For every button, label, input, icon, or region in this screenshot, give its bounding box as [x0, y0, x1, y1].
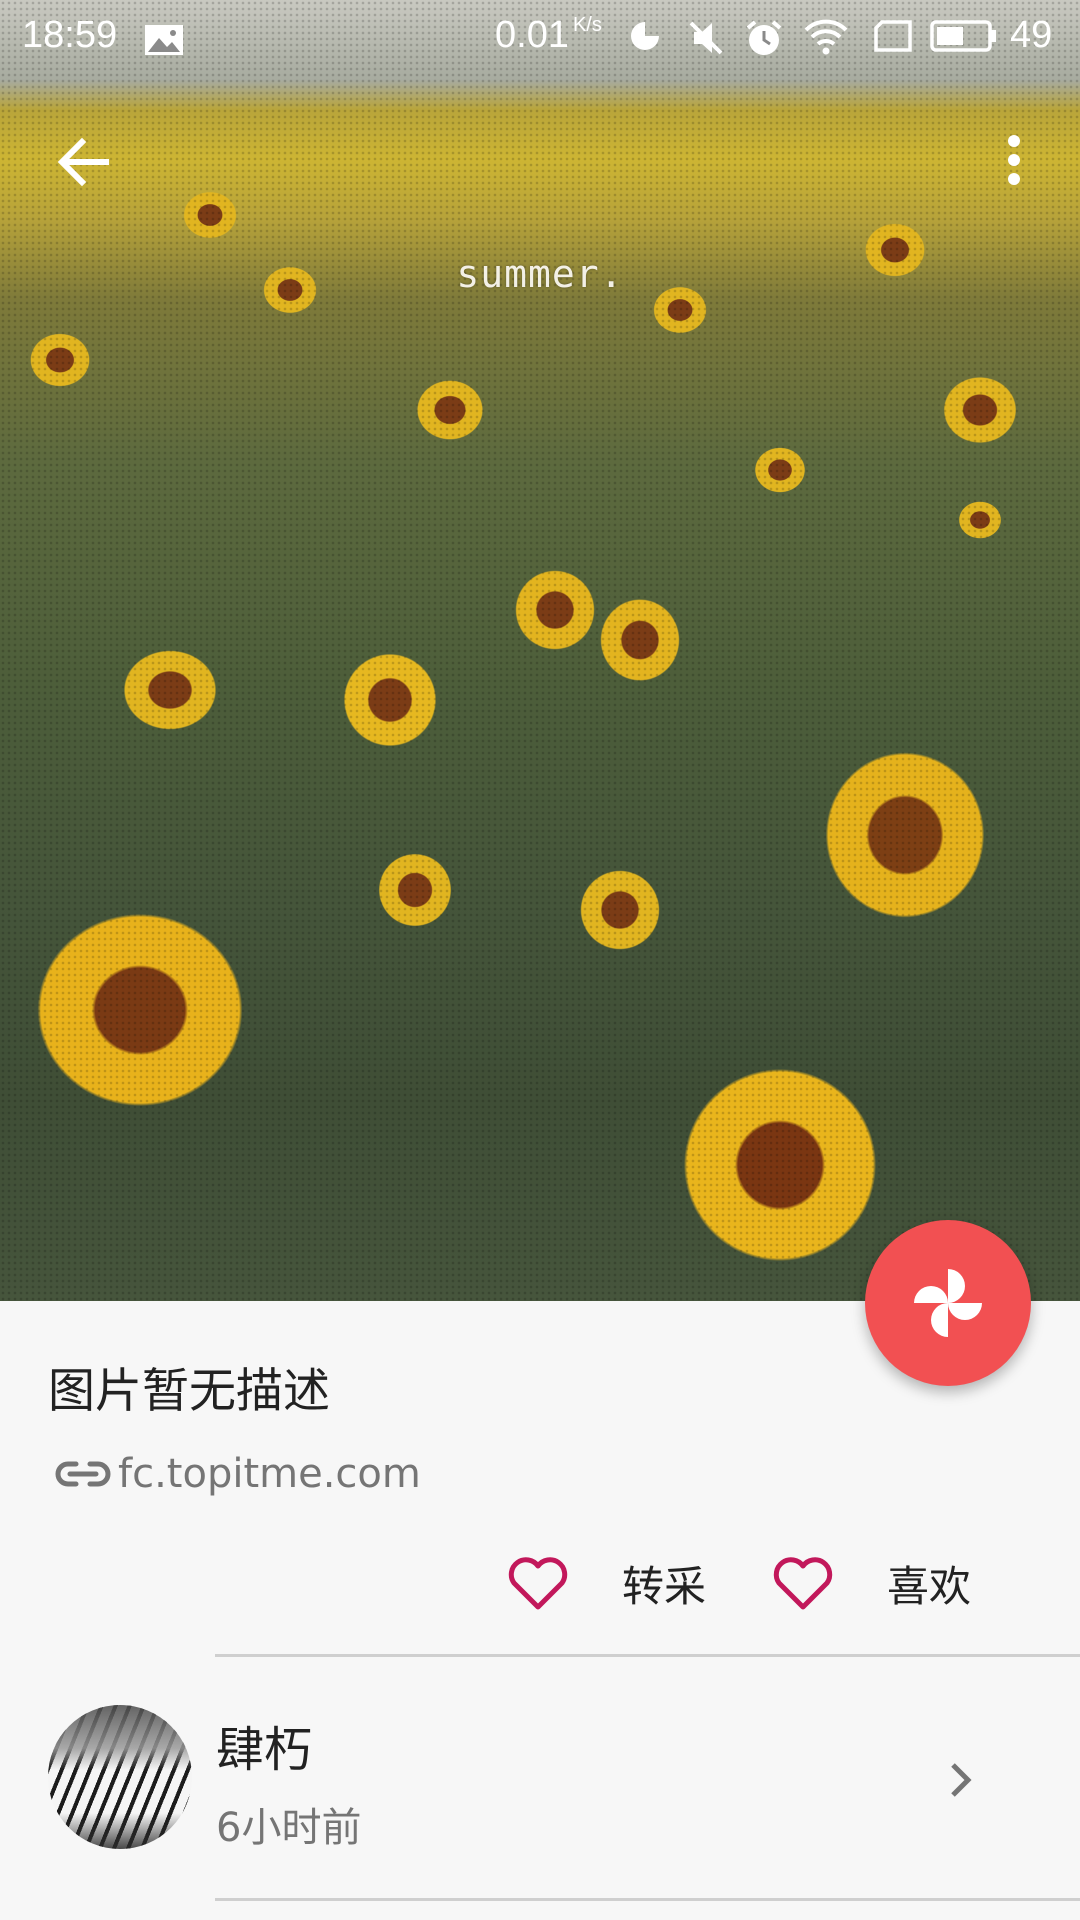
- battery-level: 49: [1010, 14, 1053, 56]
- net-speed: 0.01 K/s: [495, 14, 602, 57]
- pin-fab-button[interactable]: [865, 1220, 1031, 1386]
- source-url: fc.topitme.com: [118, 1451, 421, 1497]
- like-label: 喜欢: [887, 1561, 972, 1611]
- avatar[interactable]: [48, 1705, 192, 1849]
- user-name: 肆朽: [216, 1722, 313, 1778]
- chevron-right-icon: [951, 1763, 972, 1797]
- arrow-left-icon: [57, 137, 109, 187]
- net-speed-value: 0.01: [495, 14, 569, 56]
- pinwheel-icon: [914, 1269, 982, 1337]
- hero-image[interactable]: summer.: [0, 0, 1080, 1301]
- sim-icon: [874, 20, 912, 52]
- heart-outline-icon: [508, 1557, 568, 1610]
- net-speed-unit: K/s: [572, 14, 602, 36]
- status-bar: 18:59 0.01 K/s 49: [0, 0, 1080, 75]
- battery-icon: [930, 20, 996, 52]
- repin-action[interactable]: 转采: [506, 1548, 706, 1618]
- divider: [215, 1898, 1080, 1901]
- user-row[interactable]: 肆朽 6小时前: [0, 1660, 1080, 1896]
- more-options-button[interactable]: [1000, 130, 1030, 194]
- wifi-icon: [804, 19, 848, 55]
- image-caption: summer.: [456, 252, 624, 296]
- mute-icon: [689, 21, 723, 55]
- alarm-icon: [746, 20, 782, 55]
- image-description: 图片暂无描述: [48, 1364, 330, 1419]
- heart-outline-icon: [773, 1557, 833, 1610]
- divider: [215, 1654, 1080, 1657]
- source-link[interactable]: fc.topitme.com: [52, 1448, 421, 1500]
- repin-label: 转采: [622, 1561, 707, 1611]
- post-time: 6小时前: [216, 1805, 362, 1851]
- like-action[interactable]: 喜欢: [771, 1548, 971, 1618]
- status-time: 18:59: [22, 14, 118, 56]
- back-button[interactable]: [52, 130, 116, 194]
- image-icon: [145, 25, 183, 55]
- data-saver-icon: [631, 22, 659, 50]
- more-vert-icon: [1008, 135, 1020, 185]
- link-icon: [55, 1461, 111, 1487]
